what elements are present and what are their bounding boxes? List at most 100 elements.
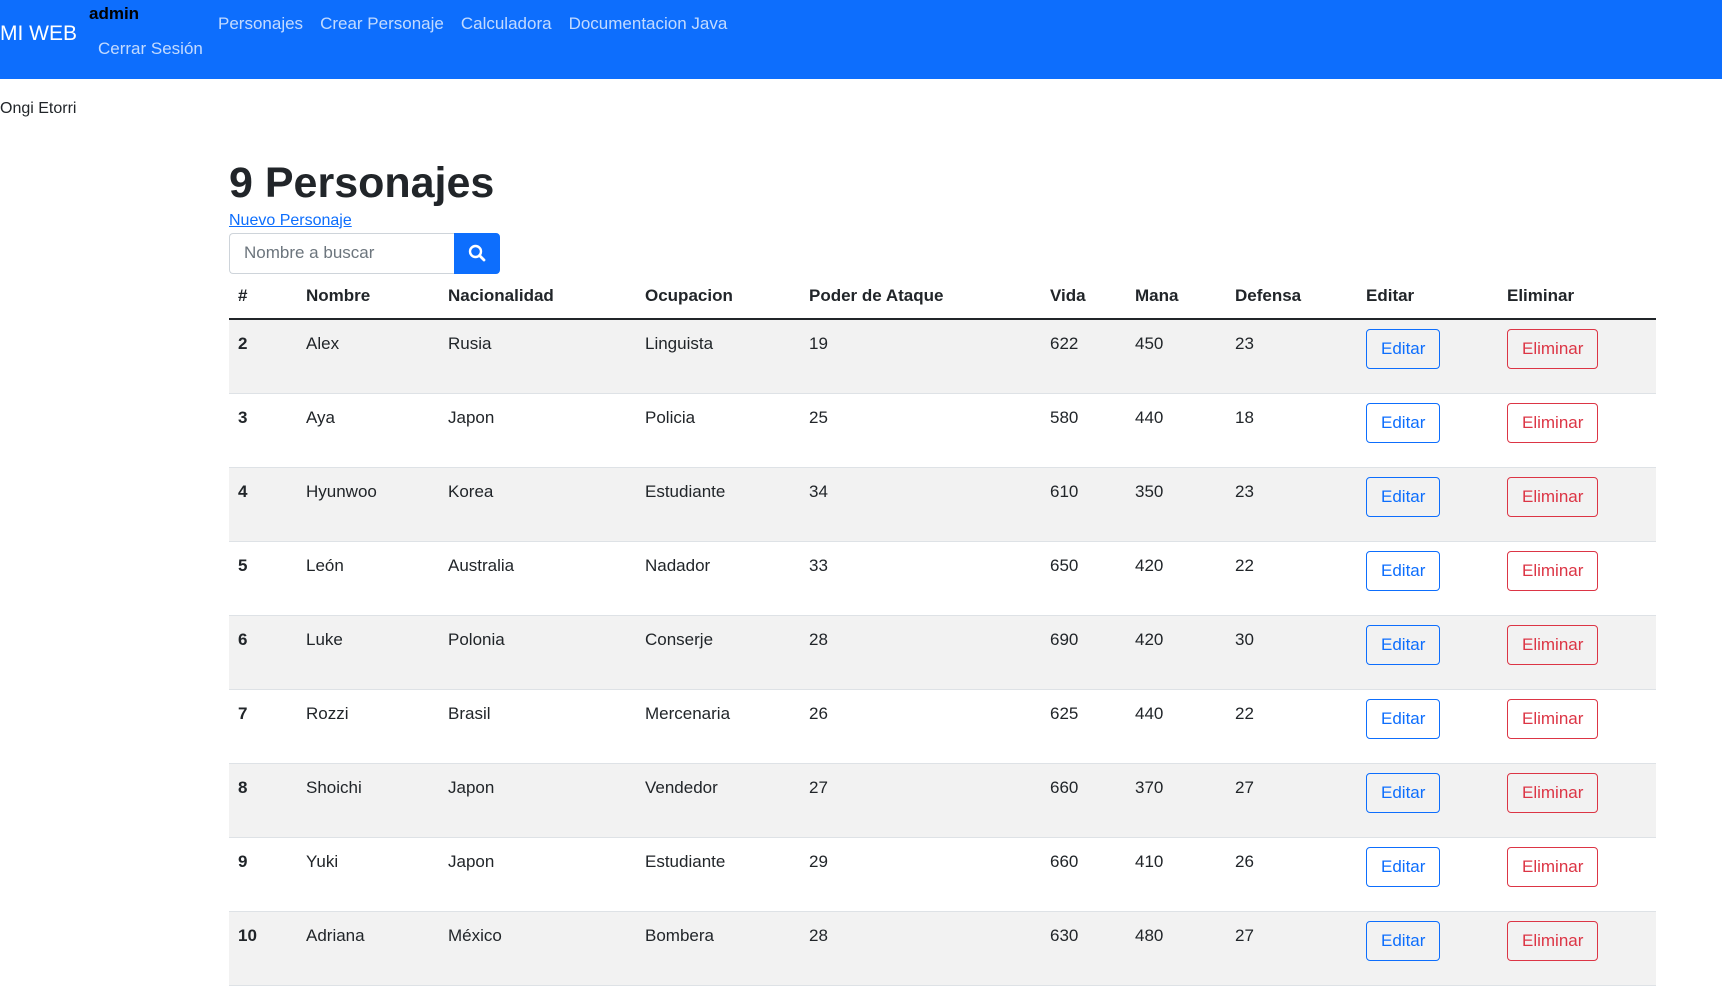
defensa-cell: 30	[1226, 615, 1357, 690]
edit-button[interactable]: Editar	[1366, 550, 1441, 591]
delete-cell: Eliminar	[1498, 911, 1656, 986]
delete-cell: Eliminar	[1498, 541, 1656, 616]
nav-link-crear-personaje[interactable]: Crear Personaje	[320, 12, 453, 36]
edit-cell: Editar	[1357, 837, 1498, 912]
search-input[interactable]	[229, 232, 454, 274]
ataque-cell: 28	[800, 615, 1041, 690]
edit-button[interactable]: Editar	[1366, 328, 1441, 369]
welcome-text: Ongi Etorri	[0, 100, 77, 117]
header-poder-ataque: Poder de Ataque	[800, 273, 1041, 320]
nav-link-calculadora[interactable]: Calculadora	[461, 12, 561, 36]
search-button[interactable]	[454, 232, 500, 274]
delete-button[interactable]: Eliminar	[1507, 698, 1599, 739]
vida-cell: 630	[1041, 911, 1126, 986]
header-id: #	[229, 273, 297, 320]
row-id-cell: 6	[229, 615, 297, 690]
nombre-cell: León	[297, 541, 439, 616]
ataque-cell: 34	[800, 467, 1041, 542]
vida-cell: 580	[1041, 393, 1126, 468]
header-editar: Editar	[1357, 273, 1498, 320]
ocupacion-cell: Estudiante	[636, 467, 800, 542]
edit-button[interactable]: Editar	[1366, 476, 1441, 517]
vida-cell: 610	[1041, 467, 1126, 542]
logout-link[interactable]: Cerrar Sesión	[98, 39, 203, 59]
nombre-cell: Yuki	[297, 837, 439, 912]
nombre-cell: Aya	[297, 393, 439, 468]
ocupacion-cell: Nadador	[636, 541, 800, 616]
row-id-cell: 4	[229, 467, 297, 542]
nav-link-personajes[interactable]: Personajes	[218, 12, 312, 36]
brand-link[interactable]: MI WEB	[0, 22, 77, 46]
edit-button[interactable]: Editar	[1366, 402, 1441, 443]
ataque-cell: 29	[800, 837, 1041, 912]
defensa-cell: 27	[1226, 763, 1357, 838]
vida-cell: 622	[1041, 318, 1126, 394]
row-id-cell: 5	[229, 541, 297, 616]
delete-button[interactable]: Eliminar	[1507, 846, 1599, 887]
table-row: 5 León Australia Nadador 33 650 420 22 Editar Eli…	[229, 541, 1656, 616]
delete-button[interactable]: Eliminar	[1507, 550, 1599, 591]
mana-cell: 480	[1126, 911, 1226, 986]
edit-cell: Editar	[1357, 318, 1498, 394]
delete-cell: Eliminar	[1498, 689, 1656, 764]
defensa-cell: 23	[1226, 318, 1357, 394]
mana-cell: 450	[1126, 318, 1226, 394]
nombre-cell: Hyunwoo	[297, 467, 439, 542]
vida-cell: 625	[1041, 689, 1126, 764]
edit-button[interactable]: Editar	[1366, 698, 1441, 739]
edit-cell: Editar	[1357, 467, 1498, 542]
ocupacion-cell: Conserje	[636, 615, 800, 690]
vida-cell: 690	[1041, 615, 1126, 690]
delete-button[interactable]: Eliminar	[1507, 328, 1599, 369]
row-id-cell: 8	[229, 763, 297, 838]
delete-button[interactable]: Eliminar	[1507, 772, 1599, 813]
ataque-cell: 19	[800, 318, 1041, 394]
delete-cell: Eliminar	[1498, 763, 1656, 838]
delete-button[interactable]: Eliminar	[1507, 624, 1599, 665]
row-id-cell: 7	[229, 689, 297, 764]
delete-cell: Eliminar	[1498, 318, 1656, 394]
edit-button[interactable]: Editar	[1366, 772, 1441, 813]
delete-button[interactable]: Eliminar	[1507, 920, 1599, 961]
edit-button[interactable]: Editar	[1366, 920, 1441, 961]
row-id-cell: 9	[229, 837, 297, 912]
table-row: 10 Adriana México Bombera 28 630 480 27 Editar El…	[229, 911, 1656, 986]
defensa-cell: 22	[1226, 541, 1357, 616]
top-navbar: MI WEB admin Cerrar Sesión Personajes Cr…	[0, 0, 1722, 79]
delete-button[interactable]: Eliminar	[1507, 402, 1599, 443]
defensa-cell: 23	[1226, 467, 1357, 542]
mana-cell: 410	[1126, 837, 1226, 912]
page-title: 9 Personajes	[229, 159, 495, 207]
delete-cell: Eliminar	[1498, 467, 1656, 542]
table-row: 7 Rozzi Brasil Mercenaria 26 625 440 22 Editar El…	[229, 689, 1656, 764]
defensa-cell: 22	[1226, 689, 1357, 764]
ocupacion-cell: Policia	[636, 393, 800, 468]
delete-cell: Eliminar	[1498, 615, 1656, 690]
nacionalidad-cell: Korea	[439, 467, 636, 542]
nacionalidad-cell: Japon	[439, 763, 636, 838]
nacionalidad-cell: Australia	[439, 541, 636, 616]
table-body: 2 Alex Rusia Linguista 19 622 450 23 Editar Elimi…	[229, 318, 1656, 986]
edit-cell: Editar	[1357, 911, 1498, 986]
vida-cell: 660	[1041, 763, 1126, 838]
edit-button[interactable]: Editar	[1366, 624, 1441, 665]
header-nacionalidad: Nacionalidad	[439, 273, 636, 320]
ocupacion-cell: Linguista	[636, 318, 800, 394]
nav-link-documentacion-java[interactable]: Documentacion Java	[569, 12, 737, 36]
table-row: 2 Alex Rusia Linguista 19 622 450 23 Editar Elimi…	[229, 318, 1656, 394]
delete-button[interactable]: Eliminar	[1507, 476, 1599, 517]
defensa-cell: 27	[1226, 911, 1357, 986]
delete-cell: Eliminar	[1498, 837, 1656, 912]
ataque-cell: 33	[800, 541, 1041, 616]
ataque-cell: 25	[800, 393, 1041, 468]
defensa-cell: 18	[1226, 393, 1357, 468]
nacionalidad-cell: Brasil	[439, 689, 636, 764]
ataque-cell: 28	[800, 911, 1041, 986]
table-row: 8 Shoichi Japon Vendedor 27 660 370 27 Editar Eli…	[229, 763, 1656, 838]
edit-button[interactable]: Editar	[1366, 846, 1441, 887]
ocupacion-cell: Estudiante	[636, 837, 800, 912]
vida-cell: 660	[1041, 837, 1126, 912]
new-character-link[interactable]: Nuevo Personaje	[229, 212, 352, 230]
mana-cell: 440	[1126, 689, 1226, 764]
nav-links: Personajes Crear Personaje Calculadora D…	[218, 12, 744, 36]
